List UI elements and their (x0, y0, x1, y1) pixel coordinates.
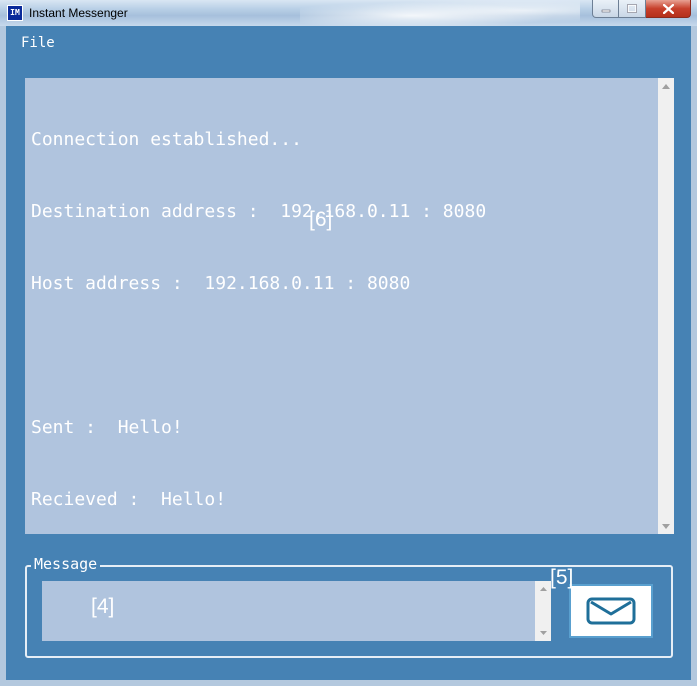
chat-line: Destination address : 192.168.0.11 : 808… (31, 201, 487, 222)
scroll-up-arrow-icon[interactable] (535, 581, 551, 597)
title-bar: IM Instant Messenger (0, 0, 697, 26)
scroll-up-arrow-icon[interactable] (658, 78, 674, 94)
close-icon (662, 3, 674, 14)
window-frame-bottom (0, 680, 697, 686)
annotation-label: [5] (550, 566, 574, 589)
message-input[interactable] (42, 581, 551, 641)
title-bar-background (300, 0, 580, 26)
menu-file[interactable]: File (19, 34, 57, 52)
app-im-icon[interactable]: IM (7, 5, 23, 21)
maximize-icon (627, 4, 637, 13)
scroll-down-arrow-icon[interactable] (658, 518, 674, 534)
message-groupbox-legend: Message (31, 555, 101, 573)
maximize-button[interactable] (619, 0, 646, 18)
window-title: Instant Messenger (29, 6, 128, 20)
message-input-scrollbar[interactable] (535, 581, 551, 641)
chat-line (31, 344, 486, 368)
send-button[interactable] (569, 584, 653, 638)
chat-log[interactable]: Connection established... Destination ad… (25, 78, 674, 534)
chat-line: Connection established... (31, 129, 302, 150)
envelope-icon (586, 597, 636, 625)
window-controls (592, 0, 691, 18)
chat-line: Sent : Hello! (31, 417, 183, 438)
chat-log-lines: Connection established... Destination ad… (31, 80, 486, 560)
chat-line: Host address : 192.168.0.11 : 8080 (31, 273, 411, 294)
window-frame-right (691, 26, 697, 680)
chat-line: Recieved : Hello! (31, 489, 227, 510)
minimize-button[interactable] (592, 0, 619, 18)
minimize-icon (601, 9, 610, 12)
annotation-label: [4] (91, 595, 115, 618)
annotation-label: [6] (309, 208, 333, 231)
scroll-down-arrow-icon[interactable] (535, 625, 551, 641)
chat-log-scrollbar[interactable] (658, 78, 674, 534)
close-button[interactable] (646, 0, 691, 18)
